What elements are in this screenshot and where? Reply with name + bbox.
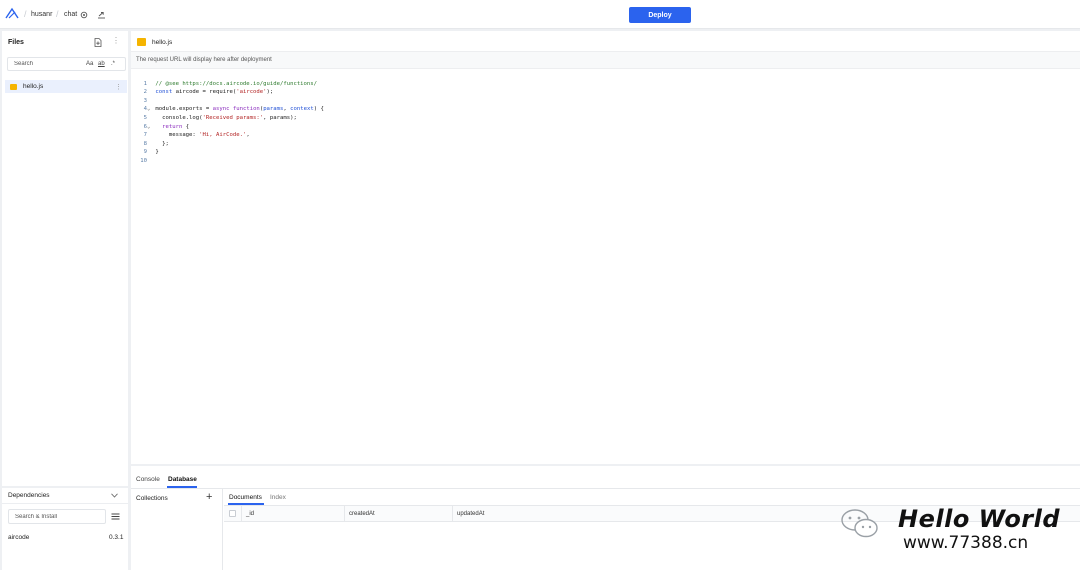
watermark-url: www.77388.cn [903,533,1029,553]
code-line: 3 [143,97,147,104]
menu-icon[interactable] [111,513,120,520]
match-word-toggle[interactable]: ab [98,61,105,67]
code-line: 10 [140,157,147,164]
code-editor: hello.js The request URL will display he… [131,31,1080,464]
column-divider [344,506,345,522]
file-item-more-icon[interactable]: ⋮ [115,83,122,91]
collections-pane: Collections + [131,489,223,570]
code-line: 4⌄ module.exports = async function(param… [143,106,324,113]
breadcrumb-separator: / [56,9,59,19]
watermark-title: Hello World [898,505,1061,533]
add-collection-icon[interactable]: + [206,491,212,503]
divider [131,488,1080,489]
tab-hello-js[interactable]: hello.js [152,39,172,46]
request-url-bar: The request URL will display here after … [131,52,1080,69]
code-line: 8 }; [143,140,169,147]
gear-icon[interactable] [80,11,88,19]
file-item-label: hello.js [23,83,44,90]
dependencies-panel: Dependencies aircode 0.3.1 [2,488,128,570]
file-search-box [7,57,126,71]
code-line: 5 console.log('Received params:', params… [143,114,297,121]
files-heading: Files [8,39,24,46]
subtab-documents[interactable]: Documents [229,494,262,501]
match-case-toggle[interactable]: Aa [86,61,93,67]
code-line: 2 const aircode = require('aircode'); [143,89,274,96]
more-options-icon[interactable]: ⋮ [112,36,120,45]
tab-console[interactable]: Console [136,476,160,483]
breadcrumb-app[interactable]: chat [64,11,77,18]
tab-database[interactable]: Database [168,476,197,483]
select-all-checkbox[interactable] [229,510,236,517]
new-file-icon[interactable] [94,38,102,47]
aircode-logo-icon[interactable] [5,7,19,21]
column-header-updated-at[interactable]: updatedAt [457,511,484,517]
divider [2,503,128,504]
dependencies-heading: Dependencies [8,492,50,499]
deploy-button[interactable]: Deploy [629,7,691,23]
editor-tab-bar: hello.js [131,31,1080,52]
breadcrumb-project[interactable]: husanr [31,11,52,18]
subtab-index[interactable]: Index [270,494,286,501]
js-file-icon [10,83,17,90]
file-item-hello-js[interactable]: hello.js ⋮ [5,80,127,93]
column-divider [452,506,453,522]
code-content[interactable]: 1 // @see https://docs.aircode.io/guide/… [133,71,324,183]
column-header-id[interactable]: _id [246,511,254,517]
dependency-search-input[interactable] [9,510,105,523]
dependency-name: aircode [8,534,30,541]
code-line: 1 // @see https://docs.aircode.io/guide/… [143,80,318,87]
breadcrumb-separator: / [24,9,27,19]
code-line: 9 } [143,149,159,156]
column-header-created-at[interactable]: createdAt [349,511,375,517]
file-search-input[interactable] [8,58,125,70]
file-explorer: Files ⋮ Aa ab .* hello.js ⋮ [2,31,128,486]
wechat-icon [841,509,878,538]
dependency-search-box [8,509,106,524]
top-bar: / husanr / chat Deploy [0,0,1080,29]
request-url-notice: The request URL will display here after … [136,57,272,63]
dependency-version: 0.3.1 [109,534,124,541]
chevron-down-icon[interactable] [111,493,118,498]
collections-heading: Collections [136,495,168,502]
share-icon[interactable] [97,11,106,19]
code-line: 6⌄ return { [143,123,190,130]
column-divider [241,506,242,522]
js-file-icon [137,38,146,46]
code-line: 7 message: 'Hi, AirCode.', [143,132,250,139]
regex-toggle[interactable]: .* [111,61,115,67]
watermark: Hello World www.77388.cn [840,505,1075,555]
